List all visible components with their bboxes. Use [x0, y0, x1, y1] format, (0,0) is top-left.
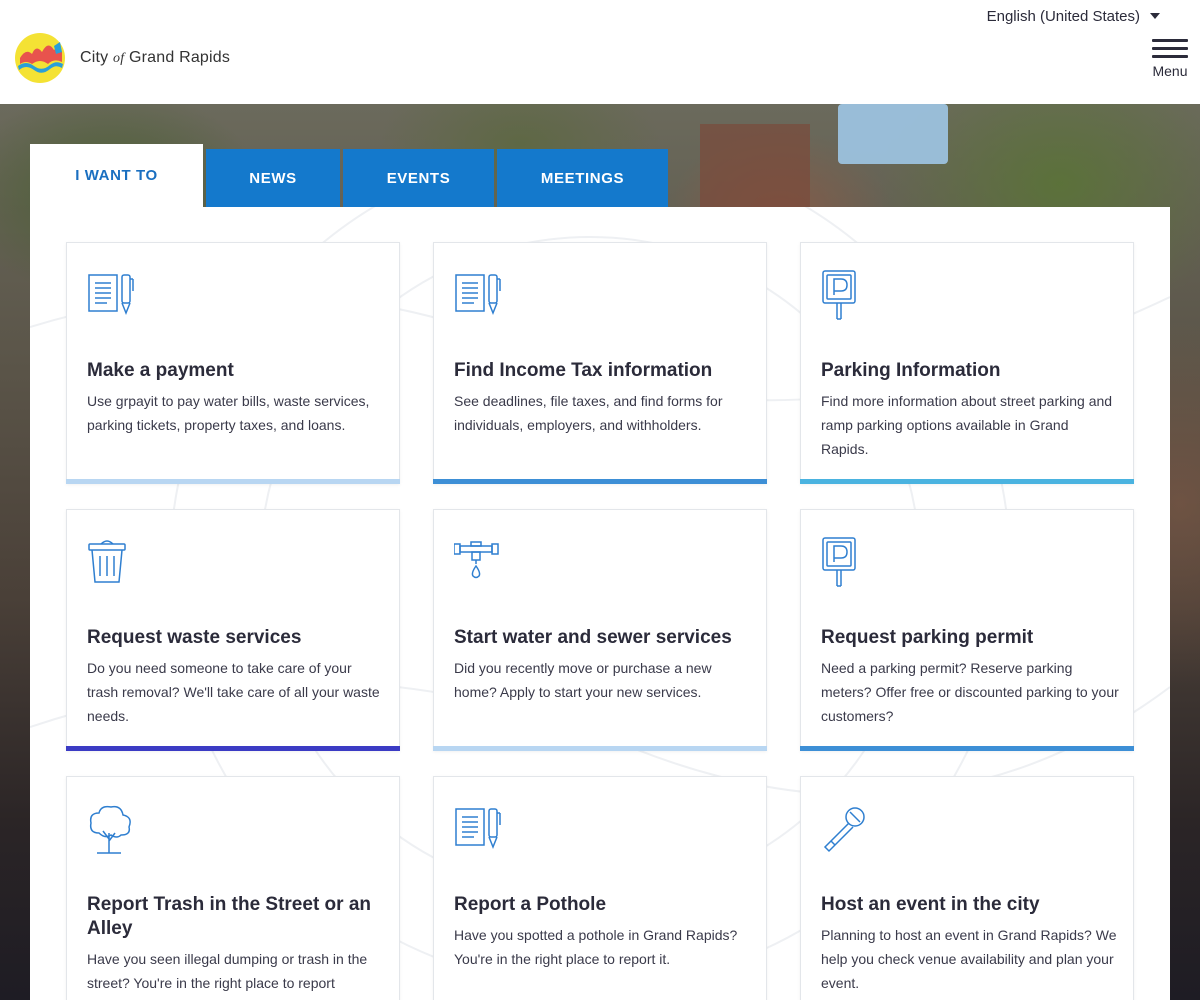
- card-title: Start water and sewer services: [454, 627, 732, 648]
- card-description: See deadlines, file taxes, and find form…: [454, 393, 723, 433]
- caret-down-icon: [1150, 13, 1160, 19]
- card-description: Use grpayit to pay water bills, waste se…: [87, 393, 370, 433]
- card-description: Have you seen illegal dumping or trash i…: [87, 951, 368, 991]
- i-want-to-panel: Make a payment Use grpayit to pay water …: [30, 207, 1170, 1000]
- city-name: City of Grand Rapids: [80, 49, 231, 66]
- water-pipe-icon: [454, 541, 499, 579]
- card-title: Request waste services: [87, 627, 302, 648]
- card-title: Find Income Tax information: [454, 360, 713, 381]
- card-report-pothole[interactable]: Report a Pothole Have you spotted a poth…: [433, 776, 767, 1000]
- tree-icon: [89, 805, 131, 854]
- card-description: Have you spotted a pothole in Grand Rapi…: [454, 927, 738, 967]
- card-accent-bar: [800, 746, 1134, 751]
- card-parking-information[interactable]: Parking Information Find more informatio…: [800, 242, 1134, 484]
- trash-can-icon: [88, 540, 126, 583]
- card-accent-bar: [800, 479, 1134, 484]
- city-logo-icon: [15, 33, 65, 83]
- tab-i-want-to[interactable]: I WANT TO: [30, 144, 203, 207]
- card-description: Find more information about street parki…: [821, 393, 1113, 457]
- card-title: Request parking permit: [821, 627, 1034, 648]
- card-description: Did you recently move or purchase a new …: [454, 660, 712, 700]
- card-parking-permit[interactable]: Request parking permit Need a parking pe…: [800, 509, 1134, 751]
- document-pen-icon: [88, 274, 134, 316]
- menu-label: Menu: [1152, 63, 1188, 79]
- card-title: Parking Information: [821, 360, 1001, 381]
- menu-button[interactable]: Menu: [1150, 39, 1190, 79]
- card-income-tax[interactable]: Find Income Tax information See deadline…: [433, 242, 767, 484]
- card-host-event[interactable]: Host an event in the city Planning to ho…: [800, 776, 1134, 1000]
- parking-sign-icon: [822, 270, 856, 320]
- card-make-payment[interactable]: Make a payment Use grpayit to pay water …: [66, 242, 400, 484]
- hero-sky: [838, 104, 948, 164]
- parking-sign-icon: [822, 537, 856, 587]
- tab-events[interactable]: EVENTS: [343, 149, 494, 207]
- site-header: English (United States) City of Grand Ra…: [0, 0, 1200, 104]
- card-waste-services[interactable]: Request waste services Do you need someo…: [66, 509, 400, 751]
- card-accent-bar: [66, 746, 400, 751]
- microphone-icon: [823, 807, 865, 853]
- card-description: Planning to host an event in Grand Rapid…: [821, 927, 1117, 991]
- city-logo[interactable]: City of Grand Rapids: [14, 32, 230, 84]
- language-selector[interactable]: English (United States): [987, 6, 1160, 26]
- tab-bar: I WANT TO NEWS EVENTS MEETINGS: [30, 144, 671, 207]
- card-title: Report a Pothole: [454, 894, 607, 915]
- card-accent-bar: [433, 746, 767, 751]
- tab-news[interactable]: NEWS: [206, 149, 340, 207]
- card-report-trash[interactable]: Report Trash in the Street or an Alley H…: [66, 776, 400, 1000]
- card-accent-bar: [433, 479, 767, 484]
- card-description: Do you need someone to take care of your…: [87, 660, 380, 724]
- tab-meetings[interactable]: MEETINGS: [497, 149, 668, 207]
- document-pen-icon: [455, 808, 501, 850]
- card-title: Report Trash in the Street or an Alley: [87, 894, 371, 939]
- card-title: Host an event in the city: [821, 894, 1040, 915]
- card-title: Make a payment: [87, 360, 234, 381]
- document-pen-icon: [455, 274, 501, 316]
- hamburger-icon: [1152, 39, 1188, 63]
- card-accent-bar: [66, 479, 400, 484]
- card-description: Need a parking permit? Reserve parking m…: [821, 660, 1119, 724]
- card-water-sewer[interactable]: Start water and sewer services Did you r…: [433, 509, 767, 751]
- language-label: English (United States): [986, 7, 1140, 25]
